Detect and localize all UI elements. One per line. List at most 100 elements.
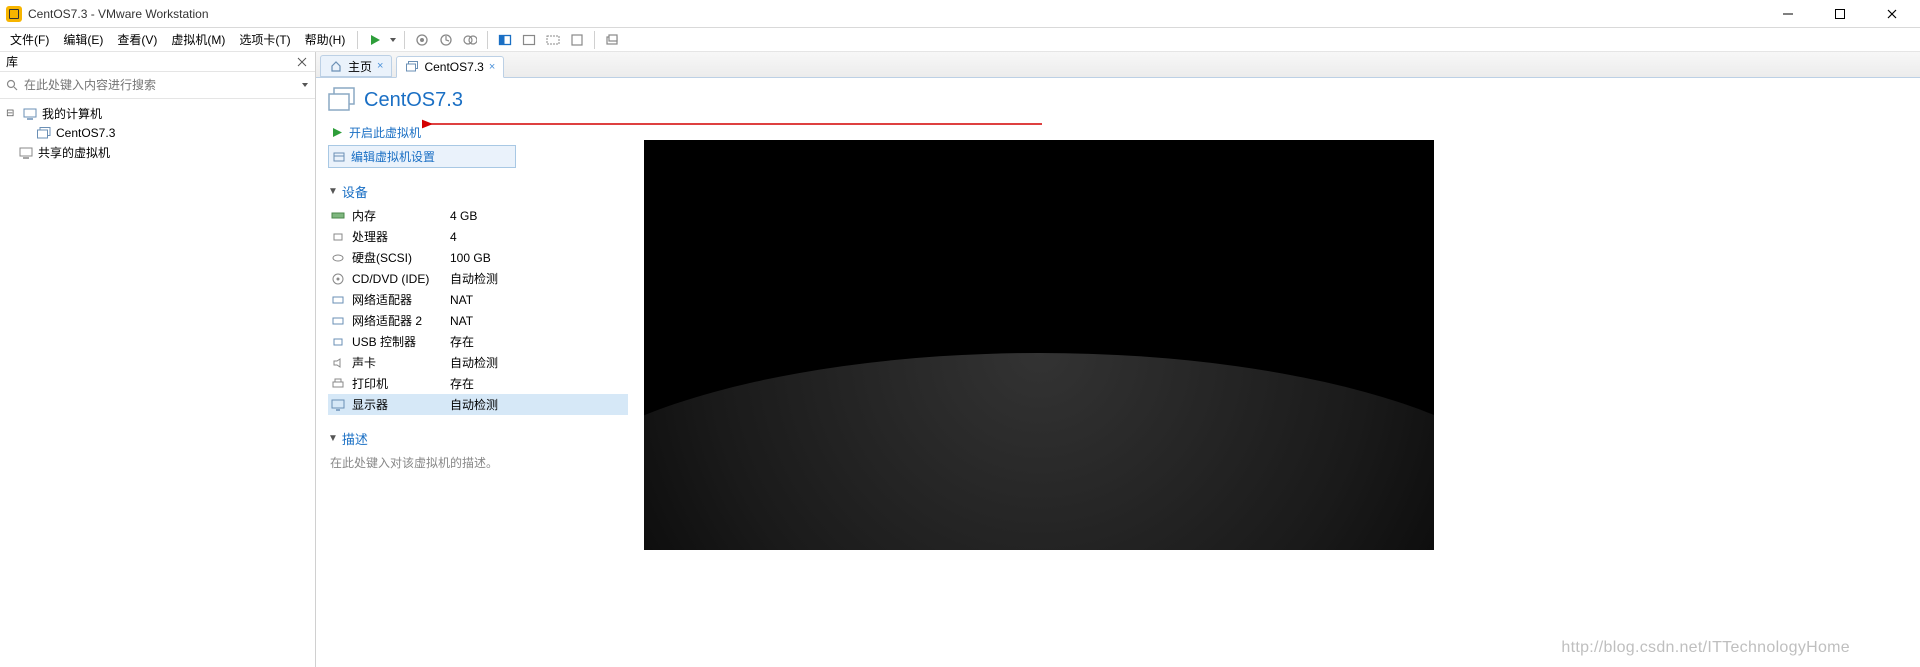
expander-icon[interactable]: ⊟ (6, 108, 18, 119)
menu-vm[interactable]: 虚拟机(M) (165, 29, 231, 50)
section-title: 设备 (342, 182, 368, 201)
tab-label: 主页 (348, 58, 372, 75)
device-label: 网络适配器 (352, 291, 444, 308)
tab-vm-centos[interactable]: CentOS7.3 × (396, 56, 504, 78)
device-value: NAT (450, 314, 473, 328)
device-value: 100 GB (450, 251, 491, 265)
sidebar-title: 库 (6, 53, 18, 70)
vm-body: CentOS7.3 开启此虚拟机 编辑虚拟机设置 ▼ 设备 内存4 GB 处理器… (316, 78, 1920, 667)
device-net1[interactable]: 网络适配器 NAT (328, 289, 628, 310)
action-label: 开启此虚拟机 (349, 124, 421, 141)
separator (404, 31, 405, 49)
disk-icon (330, 252, 346, 264)
usb-icon (330, 336, 346, 348)
display-icon (330, 399, 346, 411)
menu-edit[interactable]: 编辑(E) (57, 29, 109, 50)
menubar: 文件(F) 编辑(E) 查看(V) 虚拟机(M) 选项卡(T) 帮助(H) (0, 28, 1920, 52)
disc-icon (330, 273, 346, 285)
vm-preview[interactable] (644, 140, 1434, 550)
computer-icon (22, 107, 38, 121)
vm-icon (36, 126, 52, 140)
tab-label: CentOS7.3 (424, 60, 483, 74)
vm-large-icon (328, 86, 356, 114)
window-controls (1774, 4, 1914, 24)
edit-settings-action[interactable]: 编辑虚拟机设置 (328, 145, 516, 168)
unity-button[interactable] (601, 30, 623, 50)
device-label: 打印机 (352, 375, 444, 392)
device-list: 内存4 GB 处理器4 硬盘(SCSI)100 GB CD/DVD (IDE)自… (328, 205, 628, 415)
tab-home[interactable]: 主页 × (320, 55, 392, 77)
menu-help[interactable]: 帮助(H) (299, 29, 352, 50)
snapshot-revert-button[interactable] (435, 30, 457, 50)
device-display[interactable]: 显示器自动检测 (328, 394, 628, 415)
search-dropdown[interactable] (301, 81, 309, 89)
device-cpu[interactable]: 处理器4 (328, 226, 628, 247)
device-label: 声卡 (352, 354, 444, 371)
chevron-down-icon: ▼ (328, 433, 338, 444)
poweron-vm-action[interactable]: 开启此虚拟机 (328, 122, 628, 143)
device-net2[interactable]: 网络适配器 2NAT (328, 310, 628, 331)
search-input[interactable] (24, 76, 297, 94)
menu-view[interactable]: 查看(V) (111, 29, 163, 50)
tab-close-icon[interactable]: × (377, 60, 383, 72)
network-icon (330, 294, 346, 306)
device-label: CD/DVD (IDE) (352, 272, 444, 286)
devices-header[interactable]: ▼ 设备 (328, 182, 628, 201)
separator (487, 31, 488, 49)
titlebar: CentOS7.3 - VMware Workstation (0, 0, 1920, 28)
device-sound[interactable]: 声卡自动检测 (328, 352, 628, 373)
settings-icon (333, 151, 345, 163)
device-value: 存在 (450, 333, 474, 350)
tab-close-icon[interactable]: × (489, 61, 495, 73)
vm-details-panel: CentOS7.3 开启此虚拟机 编辑虚拟机设置 ▼ 设备 内存4 GB 处理器… (328, 86, 628, 667)
tree-shared[interactable]: 共享的虚拟机 (2, 142, 313, 163)
device-printer[interactable]: 打印机存在 (328, 373, 628, 394)
tree-mycomputer[interactable]: ⊟ 我的计算机 (2, 103, 313, 124)
close-button[interactable] (1878, 4, 1906, 24)
app-icon (6, 6, 22, 22)
close-panel-button[interactable] (295, 55, 309, 69)
library-tree: ⊟ 我的计算机 CentOS7.3 共享的虚拟机 (0, 99, 315, 167)
device-cddvd[interactable]: CD/DVD (IDE)自动检测 (328, 268, 628, 289)
action-label: 编辑虚拟机设置 (351, 148, 435, 165)
memory-icon (330, 211, 346, 221)
device-value: NAT (450, 293, 473, 307)
poweron-toolbar-button[interactable] (364, 30, 386, 50)
description-header[interactable]: ▼ 描述 (328, 429, 628, 448)
device-usb[interactable]: USB 控制器存在 (328, 331, 628, 352)
play-icon (332, 127, 343, 138)
poweron-dropdown[interactable] (388, 36, 398, 44)
device-label: 硬盘(SCSI) (352, 249, 444, 266)
view-thumbnails-button[interactable] (518, 30, 540, 50)
device-value: 4 GB (450, 209, 477, 223)
menu-file[interactable]: 文件(F) (4, 29, 55, 50)
sound-icon (330, 357, 346, 369)
device-value: 自动检测 (450, 396, 498, 413)
separator (357, 31, 358, 49)
watermark: http://blog.csdn.net/ITTechnologyHome (1561, 639, 1850, 657)
device-value: 存在 (450, 375, 474, 392)
device-label: 内存 (352, 207, 444, 224)
home-icon (329, 59, 343, 73)
device-disk[interactable]: 硬盘(SCSI) 100 GB (328, 247, 628, 268)
device-label: 显示器 (352, 396, 444, 413)
stretch-button[interactable] (542, 30, 564, 50)
window-title: CentOS7.3 - VMware Workstation (28, 7, 209, 21)
tree-vm-centos[interactable]: CentOS7.3 (2, 124, 313, 142)
maximize-button[interactable] (1826, 4, 1854, 24)
network-icon (330, 315, 346, 327)
cpu-icon (330, 231, 346, 243)
view-console-button[interactable] (494, 30, 516, 50)
minimize-button[interactable] (1774, 4, 1802, 24)
device-value: 自动检测 (450, 354, 498, 371)
fullscreen-button[interactable] (566, 30, 588, 50)
description-placeholder[interactable]: 在此处键入对该虚拟机的描述。 (328, 454, 628, 471)
shared-icon (18, 146, 34, 160)
snapshot-button[interactable] (411, 30, 433, 50)
menu-tabs[interactable]: 选项卡(T) (233, 29, 296, 50)
snapshot-manager-button[interactable] (459, 30, 481, 50)
device-memory[interactable]: 内存 4 GB (328, 205, 628, 226)
chevron-down-icon: ▼ (328, 186, 338, 197)
device-value: 4 (450, 230, 457, 244)
vm-icon (405, 60, 419, 74)
